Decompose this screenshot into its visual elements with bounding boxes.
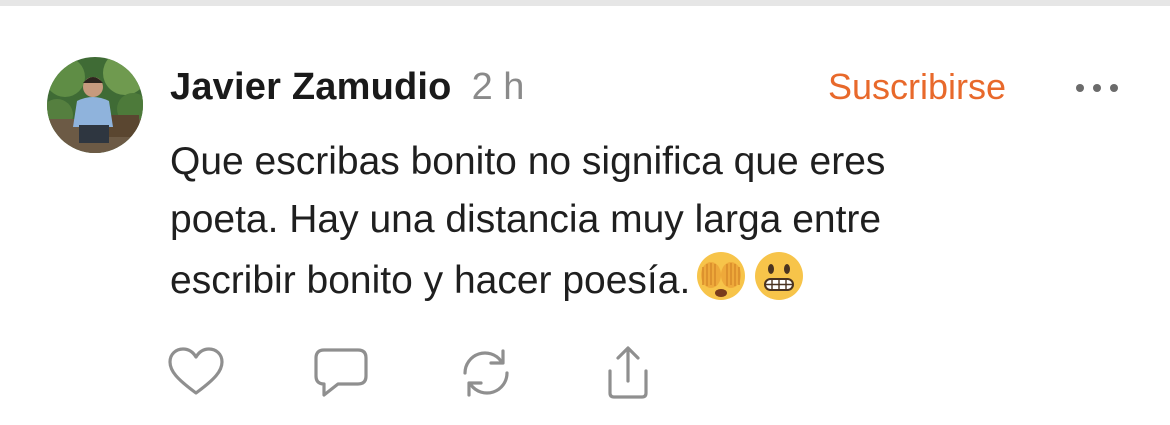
grimacing-face-icon xyxy=(752,249,806,320)
more-options-icon[interactable] xyxy=(1072,78,1122,98)
comment-line-text: escribir bonito y hacer poesía. xyxy=(170,259,691,302)
comment-text: Que escribas bonito no significa que ere… xyxy=(170,133,1070,320)
comment-card: Javier Zamudio 2 h Suscribirse Que escri… xyxy=(0,0,1170,425)
share-icon[interactable] xyxy=(597,343,659,403)
comment-icon[interactable] xyxy=(310,343,372,403)
timestamp: 2 h xyxy=(471,66,525,108)
subscribe-button[interactable]: Suscribirse xyxy=(828,66,1006,108)
face-with-hands-over-eyes-icon xyxy=(694,249,748,320)
heart-icon[interactable] xyxy=(165,343,227,403)
repost-icon[interactable] xyxy=(455,343,517,403)
author-name[interactable]: Javier Zamudio xyxy=(170,66,452,109)
comment-line: Que escribas bonito no significa que ere… xyxy=(170,140,886,183)
comment-header: Javier Zamudio 2 h xyxy=(170,66,524,114)
comment-line: poeta. Hay una distancia muy larga entre xyxy=(170,198,882,241)
avatar[interactable] xyxy=(47,57,143,153)
comment-line-last: escribir bonito y hacer poesía. xyxy=(170,249,1070,320)
